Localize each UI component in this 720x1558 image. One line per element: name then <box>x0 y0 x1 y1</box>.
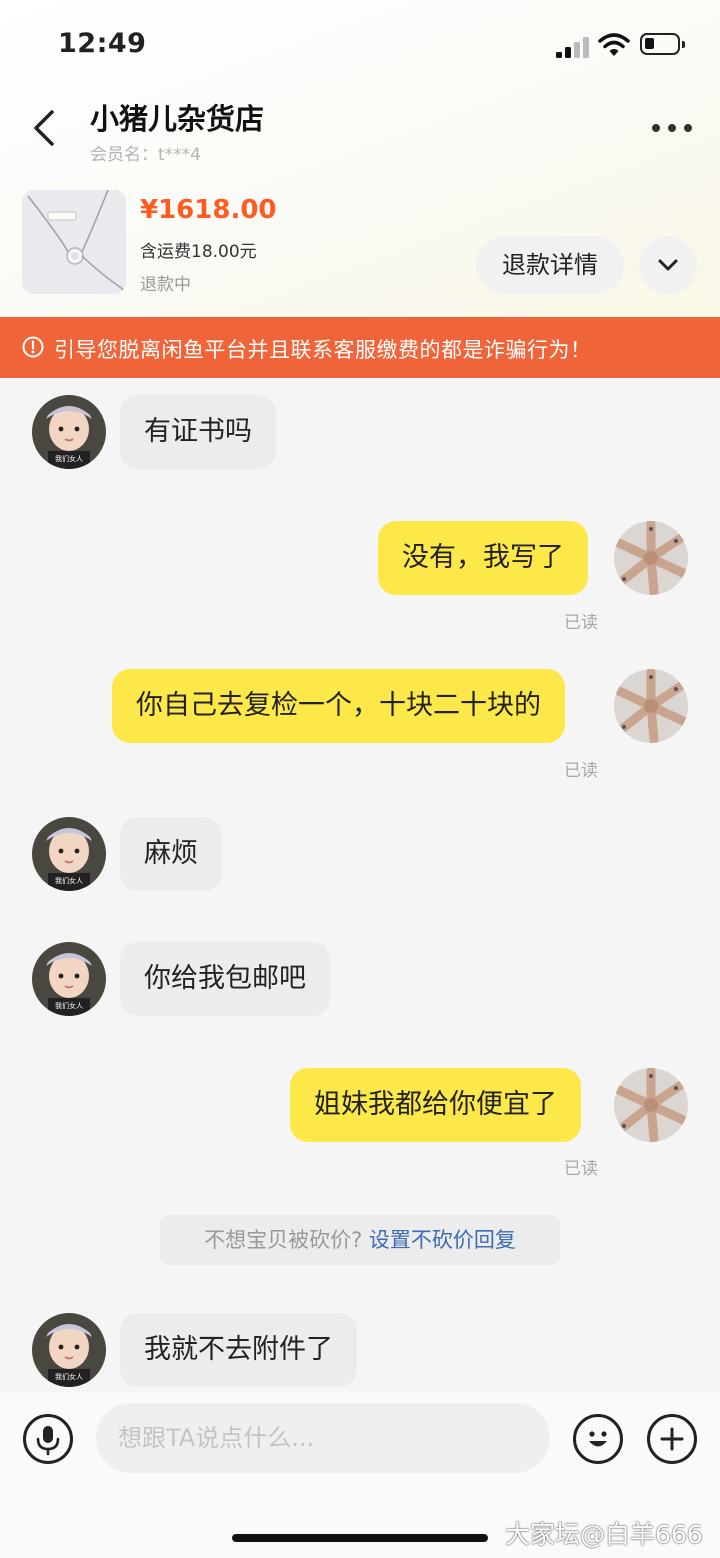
microphone-icon <box>36 1426 60 1456</box>
system-tip-text: 不想宝贝被砍价? <box>204 1228 363 1252</box>
message-bubble-incoming[interactable]: 有证书吗 <box>120 395 276 469</box>
message-bubble-outgoing[interactable]: 没有，我写了 <box>378 521 588 595</box>
necklace-image <box>22 190 126 294</box>
avatar-caption: 我们女人 <box>55 1372 83 1381</box>
shipping-fee: 含运费18.00元 <box>140 242 257 262</box>
avatar-caption: 我们女人 <box>55 876 83 885</box>
add-button[interactable] <box>647 1414 697 1464</box>
product-price: ¥1618.00 <box>140 195 277 225</box>
chevron-down-icon <box>658 259 678 271</box>
message-bubble-outgoing[interactable]: 你自己去复检一个，十块二十块的 <box>112 669 565 743</box>
seller-avatar[interactable]: 我们女人 <box>32 1313 106 1387</box>
warning-circle-icon <box>22 336 44 358</box>
status-time: 12:49 <box>58 28 147 59</box>
seller-avatar[interactable]: 我们女人 <box>32 942 106 1016</box>
fraud-warning-banner: 引导您脱离闲鱼平台并且联系客服缴费的都是诈骗行为！ <box>0 317 720 378</box>
message-bubble-outgoing[interactable]: 姐妹我都给你便宜了 <box>290 1068 581 1142</box>
message-bubble-incoming[interactable]: 我就不去附件了 <box>120 1313 357 1387</box>
read-receipt: 已读 <box>564 613 598 633</box>
plus-icon <box>660 1427 684 1451</box>
avatar-caption: 我们女人 <box>55 454 83 463</box>
seller-avatar[interactable]: 我们女人 <box>32 817 106 891</box>
status-bar: 12:49 <box>0 0 720 90</box>
avatar-caption: 我们女人 <box>55 1001 83 1010</box>
my-avatar[interactable] <box>614 669 688 743</box>
message-input[interactable] <box>96 1403 550 1473</box>
watermark: 大家坛@白羊666 <box>505 1520 703 1549</box>
voice-button[interactable] <box>23 1414 73 1464</box>
read-receipt: 已读 <box>564 1159 598 1179</box>
refund-details-button[interactable]: 退款详情 <box>476 236 624 294</box>
message-bubble-incoming[interactable]: 麻烦 <box>120 817 222 891</box>
home-indicator[interactable] <box>232 1534 488 1542</box>
member-name: 会员名：t***4 <box>90 145 201 165</box>
system-tip: 不想宝贝被砍价? 设置不砍价回复 <box>160 1215 560 1265</box>
expand-button[interactable] <box>639 236 697 294</box>
my-avatar[interactable] <box>614 521 688 595</box>
back-chevron-icon[interactable] <box>30 108 60 148</box>
emoji-button[interactable] <box>573 1414 623 1464</box>
emoji-icon <box>589 1431 607 1447</box>
my-avatar[interactable] <box>614 1068 688 1142</box>
warning-text: 引导您脱离闲鱼平台并且联系客服缴费的都是诈骗行为！ <box>54 338 592 362</box>
no-bargain-settings-link[interactable]: 设置不砍价回复 <box>369 1228 516 1252</box>
product-thumbnail[interactable] <box>22 190 126 294</box>
chat-messages[interactable]: 我们女人 有证书吗 没有，我写了 已读 你自己去复检一个，十块二十块的 已读 我… <box>0 378 720 1392</box>
seller-avatar[interactable]: 我们女人 <box>32 395 106 469</box>
message-bubble-incoming[interactable]: 你给我包邮吧 <box>120 942 330 1016</box>
more-dots-icon[interactable] <box>652 124 692 132</box>
read-receipt: 已读 <box>564 761 598 781</box>
wifi-icon <box>598 33 630 56</box>
battery-icon <box>640 33 685 55</box>
shop-name[interactable]: 小猪儿杂货店 <box>90 96 264 138</box>
refund-status: 退款中 <box>140 275 191 295</box>
cellular-signal-icon <box>556 36 592 58</box>
